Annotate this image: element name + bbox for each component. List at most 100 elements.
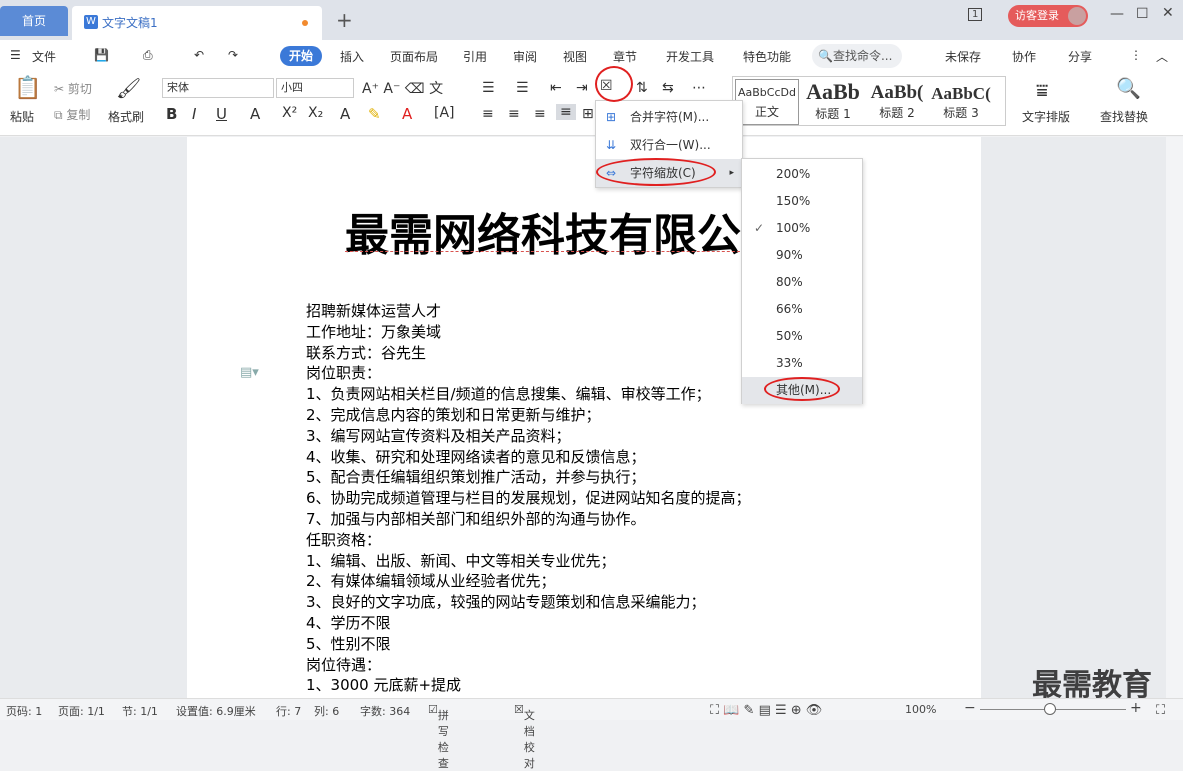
- new-tab-button[interactable]: +: [336, 8, 353, 32]
- doc-line: 7、加强与内部相关部门和组织外部的沟通与协作。: [306, 509, 646, 528]
- subscript-icon[interactable]: X₂: [308, 105, 323, 121]
- indent-icon[interactable]: ⇥: [576, 80, 588, 96]
- vertical-scrollbar[interactable]: [1166, 137, 1183, 698]
- doc-line: 6、协助完成频道管理与栏目的发展规划，促进网站知名度的提高；: [306, 489, 751, 508]
- font-grow-icon[interactable]: A⁺ A⁻ ⌫ 文: [362, 78, 443, 98]
- menu-two-lines-in-one[interactable]: ⇊ 双行合一(W)...: [596, 131, 742, 159]
- tab-page-layout[interactable]: 页面布局: [390, 48, 438, 65]
- paragraph-marker-icon[interactable]: ▤▾: [240, 365, 259, 380]
- scale-200[interactable]: 200%: [742, 161, 862, 188]
- menu-merge-chars[interactable]: ⊞ 合并字符(M)...: [596, 103, 742, 131]
- format-painter-icon[interactable]: 🖌: [116, 76, 141, 100]
- tab-special[interactable]: 特色功能: [743, 48, 791, 65]
- window-count-icon[interactable]: 1: [968, 8, 983, 21]
- scale-100[interactable]: ✓ 100%: [742, 215, 862, 242]
- align-center-icon[interactable]: ≡: [508, 106, 520, 122]
- font-size-select[interactable]: 小四: [276, 78, 354, 98]
- doc-line: 招聘新媒体运营人才: [306, 302, 442, 320]
- style-normal[interactable]: AaBbCcDd 正文: [735, 79, 799, 125]
- bold-icon[interactable]: B: [166, 105, 177, 123]
- annotation-circle: [764, 377, 840, 401]
- zoom-out-icon[interactable]: −: [964, 700, 976, 716]
- style-heading-1[interactable]: AaBb 标题 1: [801, 79, 865, 125]
- tab-developer[interactable]: 开发工具: [666, 48, 714, 65]
- print-icon[interactable]: ⎙: [143, 48, 153, 63]
- scale-80[interactable]: 80%: [742, 269, 862, 296]
- document-tab[interactable]: W 文字文稿1: [72, 6, 322, 40]
- format-painter-button[interactable]: 格式刷: [108, 108, 144, 125]
- minimize-icon[interactable]: —: [1110, 6, 1124, 22]
- doc-line: 5、配合责任编辑组织策划推广活动，并参与执行；: [306, 468, 646, 487]
- distribute-icon[interactable]: ⊞: [582, 106, 594, 122]
- tab-insert[interactable]: 插入: [340, 48, 364, 65]
- tab-view[interactable]: 视图: [563, 48, 587, 65]
- home-tab[interactable]: 首页: [0, 6, 68, 36]
- scale-150[interactable]: 150%: [742, 188, 862, 215]
- find-replace-icon[interactable]: 🔍: [1116, 76, 1141, 100]
- spellcheck-button[interactable]: ☑ 拼写检查: [428, 703, 449, 770]
- scale-50[interactable]: 50%: [742, 323, 862, 350]
- justify-icon[interactable]: ≡: [556, 104, 576, 120]
- strike-icon[interactable]: A: [250, 105, 260, 123]
- char-border-icon[interactable]: [A]: [434, 105, 455, 121]
- font-color-icon[interactable]: A: [402, 105, 412, 123]
- scale-66[interactable]: 66%: [742, 296, 862, 323]
- save-icon[interactable]: 💾: [94, 48, 109, 62]
- text-layout-button[interactable]: 文字排版: [1022, 108, 1070, 125]
- paste-button[interactable]: 粘贴: [10, 108, 34, 125]
- style-heading-2[interactable]: AaBb(标题 2: [865, 79, 929, 125]
- menu-item-label: 合并字符(M)...: [630, 110, 710, 124]
- sort-icon[interactable]: ⇅: [636, 80, 648, 96]
- unsaved-status[interactable]: 未保存: [945, 48, 981, 65]
- number-list-icon[interactable]: ☰: [516, 80, 529, 96]
- italic-icon[interactable]: I: [192, 105, 196, 123]
- line-spacing-icon[interactable]: ⇆: [662, 80, 674, 96]
- cut-button[interactable]: ✂ 剪切: [54, 80, 92, 97]
- zoom-level[interactable]: 100%: [905, 703, 936, 716]
- scale-33[interactable]: 33%: [742, 350, 862, 377]
- text-layout-icon[interactable]: ⩸: [1036, 78, 1048, 102]
- show-marks-icon[interactable]: ⋯: [692, 80, 706, 96]
- status-col: 列: 6: [314, 705, 340, 718]
- find-replace-button[interactable]: 查找替换: [1100, 108, 1148, 125]
- align-right-icon[interactable]: ≡: [534, 106, 546, 122]
- submenu-arrow-icon: ▸: [729, 168, 734, 178]
- document-title: 最需网络科技有限公: [345, 211, 741, 260]
- close-icon[interactable]: ✕: [1162, 5, 1174, 21]
- align-left-icon[interactable]: ≡: [482, 106, 494, 122]
- tab-chapter[interactable]: 章节: [613, 48, 637, 65]
- paste-icon[interactable]: 📋: [14, 76, 41, 101]
- zoom-slider-thumb[interactable]: [1044, 703, 1056, 715]
- hamburger-icon[interactable]: ☰: [10, 48, 21, 62]
- file-menu[interactable]: 文件: [32, 48, 56, 65]
- highlight-icon[interactable]: ✎: [368, 105, 381, 123]
- collab-button[interactable]: 协作: [1012, 48, 1036, 65]
- underline-icon[interactable]: U: [216, 105, 227, 123]
- style-gallery: AaBbCcDd 正文 AaBb 标题 1 AaBb(标题 2 AaBbC(标题 3: [732, 76, 1006, 126]
- redo-icon[interactable]: ↷: [228, 48, 238, 62]
- login-button[interactable]: 访客登录: [1008, 5, 1088, 27]
- font-effect-icon[interactable]: A: [340, 105, 350, 123]
- outdent-icon[interactable]: ⇤: [550, 80, 562, 96]
- copy-button[interactable]: ⧉ 复制: [54, 106, 90, 123]
- status-page-code: 页码: 1: [6, 705, 43, 718]
- share-button[interactable]: 分享: [1068, 48, 1092, 65]
- style-heading-3[interactable]: AaBbC(标题 3: [929, 79, 993, 125]
- style-name: 标题 3: [943, 106, 979, 120]
- scale-90[interactable]: 90%: [742, 242, 862, 269]
- superscript-icon[interactable]: X²: [282, 105, 297, 121]
- maximize-icon[interactable]: ☐: [1136, 6, 1149, 22]
- fit-page-icon[interactable]: ⛶: [1156, 703, 1165, 718]
- collapse-ribbon-icon[interactable]: ︿: [1156, 48, 1168, 65]
- font-family-select[interactable]: 宋体: [162, 78, 274, 98]
- command-search[interactable]: 🔍查找命令...: [812, 44, 902, 68]
- proofread-button[interactable]: ☒ 文档校对: [514, 703, 535, 770]
- undo-icon[interactable]: ↶: [194, 48, 204, 62]
- more-icon[interactable]: ⋮: [1130, 48, 1142, 62]
- tab-start[interactable]: 开始: [280, 46, 322, 66]
- tab-references[interactable]: 引用: [463, 48, 487, 65]
- doc-line: 3、编写网站宣传资料及相关产品资料；: [306, 426, 571, 445]
- view-mode-icons[interactable]: ⛶ 📖 ✎ ▤ ☰ ⊕ 👁: [710, 703, 822, 718]
- tab-review[interactable]: 审阅: [513, 48, 537, 65]
- bullet-list-icon[interactable]: ☰: [482, 80, 495, 96]
